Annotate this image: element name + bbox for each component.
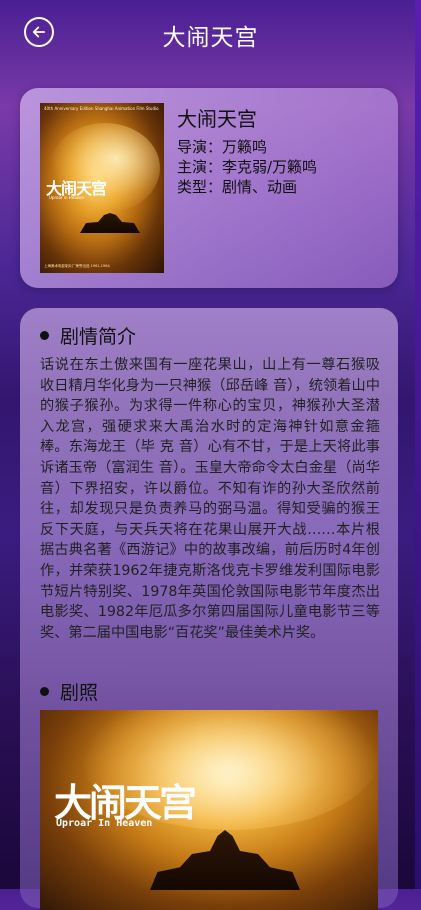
synopsis-card: 剧情简介 话说在东土傲来国有一座花果山，山上有一尊石猴吸收日精月华化身为一只神猴…: [20, 308, 398, 910]
bullet-icon: [40, 687, 49, 696]
poster-bottom-text: 上海美术电影制片厂荣誉出品 1961-1964: [44, 264, 110, 268]
still-subtitle: Uproar In Heaven: [56, 818, 153, 829]
synopsis-text: 话说在东土傲来国有一座花果山，山上有一尊石猴吸收日精月华化身为一只神猴（邱岳峰 …: [40, 357, 380, 641]
movie-info-card: 40th Anniversary Edition Shanghai Animat…: [20, 88, 398, 288]
poster-palace: [80, 213, 140, 233]
poster-top-text: 40th Anniversary Edition Shanghai Animat…: [44, 106, 159, 111]
bullet-icon: [40, 331, 49, 340]
still-palace: [150, 830, 300, 890]
movie-director: 导演：万籁鸣: [177, 138, 268, 156]
movie-cast: 主演：李克弱/万籁鸣: [177, 158, 318, 176]
synopsis-heading-label: 剧情简介: [60, 326, 137, 348]
movie-genre: 类型：剧情、动画: [177, 178, 298, 196]
movie-poster[interactable]: 40th Anniversary Edition Shanghai Animat…: [40, 103, 164, 273]
poster-subtitle: Uproar in Heaven: [49, 195, 85, 200]
header: 大闹天宫: [0, 0, 421, 68]
synopsis-heading: 剧情简介: [40, 322, 136, 349]
stills-heading: 剧照: [40, 678, 98, 705]
page-title: 大闹天宫: [162, 25, 259, 51]
movie-still-image[interactable]: 大闹天宫 Uproar In Heaven: [40, 710, 378, 910]
window-edge: [415, 0, 421, 889]
stills-heading-label: 剧照: [60, 682, 99, 704]
movie-name: 大闹天宫: [177, 107, 257, 131]
